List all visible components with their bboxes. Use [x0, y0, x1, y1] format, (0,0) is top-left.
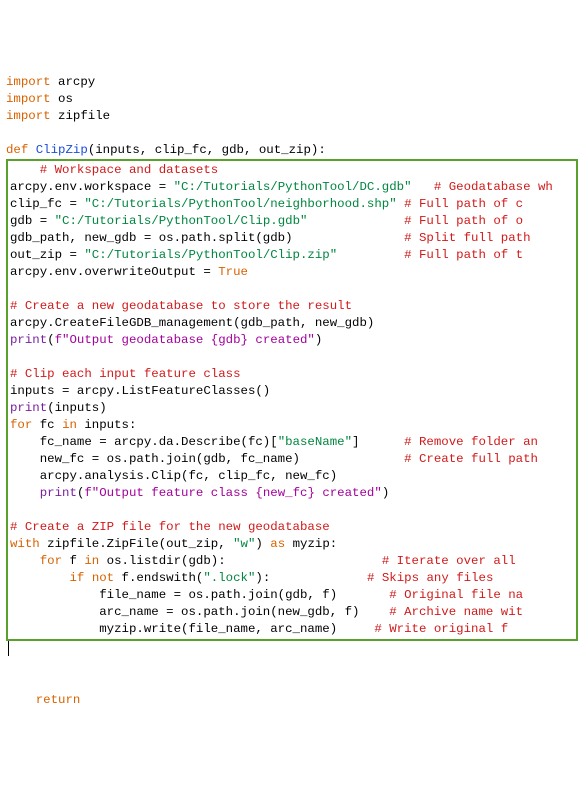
pad — [226, 554, 382, 568]
pad — [359, 435, 404, 449]
const-true: True — [218, 265, 248, 279]
kw-in: in — [84, 554, 99, 568]
kw-import: import — [6, 75, 51, 89]
code-text: os.listdir(gdb): — [99, 554, 225, 568]
kw-with: with — [10, 537, 40, 551]
pad — [337, 588, 389, 602]
function-name: ClipZip — [36, 143, 88, 157]
kw-if: if — [70, 571, 85, 585]
comment: # Original file na — [389, 588, 523, 602]
code-text: zipfile.ZipFile(out_zip, — [40, 537, 233, 551]
pad — [300, 452, 404, 466]
pad — [337, 622, 374, 636]
code-text: ( — [47, 333, 54, 347]
comment: # Write original f — [374, 622, 508, 636]
kw-not: not — [92, 571, 114, 585]
comment: # Create a new geodatabase to store the … — [10, 299, 352, 313]
code-text: inputs = arcpy.ListFeatureClasses() — [10, 384, 270, 398]
comment: # Geodatabase wh — [434, 180, 553, 194]
comment: # Full path of t — [404, 248, 523, 262]
code-text: out_zip = — [10, 248, 84, 262]
code-text: zipfile — [51, 109, 111, 123]
code-indent — [10, 554, 40, 568]
kw-for: for — [10, 418, 32, 432]
kw-as: as — [270, 537, 285, 551]
code-text: ): — [255, 571, 270, 585]
comment: # Iterate over all — [382, 554, 516, 568]
comment: # Full path of c — [404, 197, 523, 211]
code-text: os — [51, 92, 73, 106]
code-text: gdb_path, new_gdb = os.path.split(gdb) — [10, 231, 293, 245]
code-text: arc_name = os.path.join(new_gdb, f) — [10, 605, 359, 619]
code-text: arcpy.CreateFileGDB_management(gdb_path,… — [10, 316, 374, 330]
comment: # Full path of o — [404, 214, 523, 228]
comment: # Archive name wit — [389, 605, 523, 619]
comment: # Clip each input feature class — [10, 367, 241, 381]
code-text: inputs: — [77, 418, 137, 432]
code-text: clip_fc = — [10, 197, 84, 211]
code-text: f.endswith( — [114, 571, 203, 585]
string: "C:/Tutorials/PythonTool/Clip.zip" — [84, 248, 337, 262]
code-text: ) — [315, 333, 322, 347]
comment: # Remove folder an — [404, 435, 538, 449]
code-indent — [10, 571, 70, 585]
code-text: myzip: — [285, 537, 337, 551]
string: "C:/Tutorials/PythonTool/neighborhood.sh… — [84, 197, 396, 211]
pad — [293, 231, 405, 245]
code-text: myzip.write(file_name, arc_name) — [10, 622, 337, 636]
code-editor[interactable]: import arcpy import os import zipfile de… — [6, 74, 578, 709]
code-text: ) — [255, 537, 270, 551]
comment: # Create full path — [404, 452, 538, 466]
kw-return: return — [36, 693, 81, 707]
code-text: f — [62, 554, 84, 568]
builtin-print: print — [10, 333, 47, 347]
pad — [270, 571, 367, 585]
kw-import: import — [6, 92, 51, 106]
builtin-print: print — [40, 486, 77, 500]
highlighted-block: # Workspace and datasets arcpy.env.works… — [6, 159, 578, 641]
comment: # Skips any files — [367, 571, 493, 585]
code-text: file_name = os.path.join(gdb, f) — [10, 588, 337, 602]
code-indent — [10, 163, 40, 177]
kw-def: def — [6, 143, 28, 157]
kw-import: import — [6, 109, 51, 123]
code-text: (inputs, clip_fc, gdb, out_zip): — [88, 143, 326, 157]
code-text — [84, 571, 91, 585]
string: "w" — [233, 537, 255, 551]
code-text: arcpy.analysis.Clip(fc, clip_fc, new_fc) — [10, 469, 337, 483]
pad — [337, 248, 404, 262]
pad — [359, 605, 389, 619]
code-text: gdb = — [10, 214, 55, 228]
builtin-print: print — [10, 401, 47, 415]
kw-for: for — [40, 554, 62, 568]
comment: # Workspace and datasets — [40, 163, 218, 177]
fstring: f"Output feature class {new_fc} created" — [84, 486, 381, 500]
string: ".lock" — [203, 571, 255, 585]
code-indent — [10, 486, 40, 500]
fstring: f"Output geodatabase {gdb} created" — [55, 333, 315, 347]
pad — [397, 197, 404, 211]
comment: # Create a ZIP file for the new geodatab… — [10, 520, 330, 534]
comment: # Split full path — [404, 231, 530, 245]
code-text: arcpy — [51, 75, 96, 89]
code-text: fc_name = arcpy.da.Describe(fc)[ — [10, 435, 278, 449]
code-text: (inputs) — [47, 401, 107, 415]
code-text: ) — [382, 486, 389, 500]
code-text: arcpy.env.workspace = — [10, 180, 174, 194]
code-text: fc — [32, 418, 62, 432]
pad — [412, 180, 434, 194]
code-text: arcpy.env.overwriteOutput = — [10, 265, 218, 279]
kw-in: in — [62, 418, 77, 432]
code-text — [28, 143, 35, 157]
string: "C:/Tutorials/PythonTool/DC.gdb" — [174, 180, 412, 194]
pad — [307, 214, 404, 228]
string: "C:/Tutorials/PythonTool/Clip.gdb" — [55, 214, 308, 228]
text-caret — [8, 641, 9, 656]
string: "baseName" — [278, 435, 352, 449]
code-text: new_fc = os.path.join(gdb, fc_name) — [10, 452, 300, 466]
code-indent — [6, 693, 36, 707]
